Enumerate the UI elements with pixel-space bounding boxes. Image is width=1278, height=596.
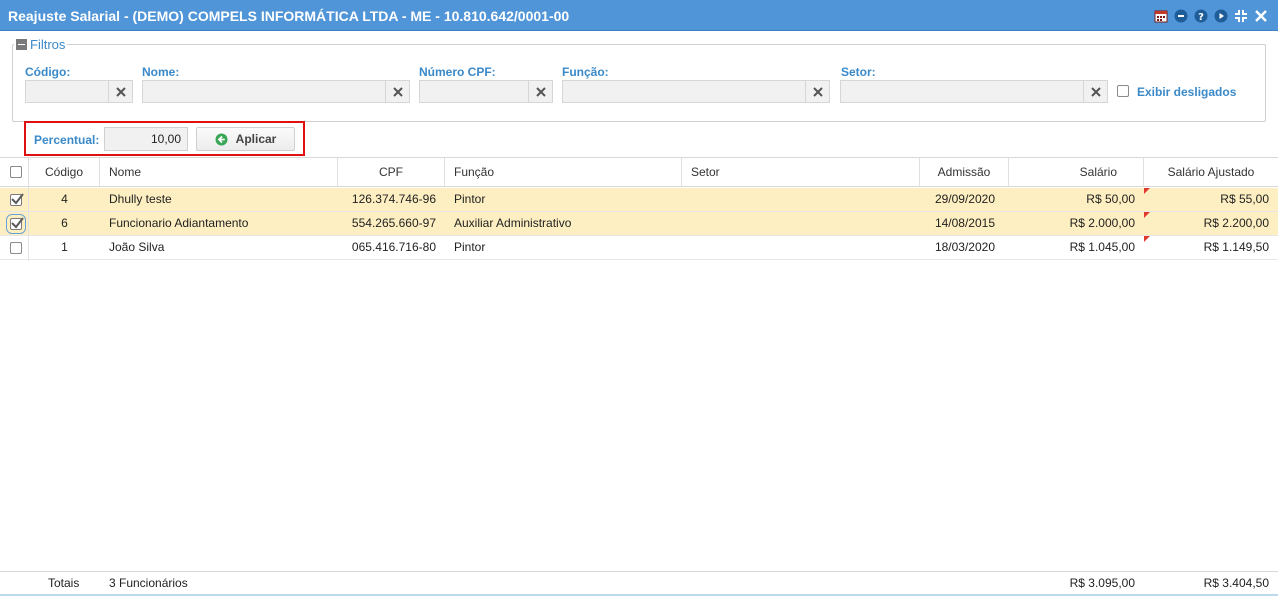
header-cpf[interactable]: CPF bbox=[338, 158, 445, 186]
header-salario-ajustado[interactable]: Salário Ajustado bbox=[1144, 158, 1278, 186]
cell-funcao: Pintor bbox=[454, 240, 486, 254]
clear-x-icon bbox=[535, 86, 546, 97]
cell-cpf: 065.416.716-80 bbox=[351, 240, 436, 254]
totals-label: Totais bbox=[48, 576, 80, 590]
cell-salario: R$ 2.000,00 bbox=[1069, 216, 1135, 230]
cell-setor bbox=[682, 188, 920, 212]
cell-nome: Dhully teste bbox=[109, 192, 172, 206]
cell-cpf: 554.265.660-97 bbox=[351, 216, 436, 230]
cell-admissao: 29/09/2020 bbox=[934, 192, 995, 206]
cell-setor bbox=[682, 212, 920, 236]
header-admissao[interactable]: Admissão bbox=[920, 158, 1009, 186]
table-row[interactable]: 4 Dhully teste 126.374.746-96 Pintor 29/… bbox=[0, 188, 1278, 212]
select-all-checkbox[interactable] bbox=[10, 166, 22, 178]
funcao-clear-button[interactable] bbox=[806, 80, 830, 103]
filters-legend-label: Filtros bbox=[30, 37, 66, 52]
clear-x-icon bbox=[392, 86, 403, 97]
cell-salario: R$ 1.045,00 bbox=[1069, 240, 1135, 254]
cell-salario-ajustado[interactable]: R$ 1.149,50 bbox=[1144, 236, 1278, 260]
header-select-all[interactable] bbox=[0, 158, 29, 186]
totals-salario: R$ 3.095,00 bbox=[1069, 576, 1135, 590]
collapse-minus-icon[interactable] bbox=[16, 39, 27, 50]
grid-header: Código Nome CPF Função Setor Admissão Sa… bbox=[0, 157, 1278, 187]
funcao-label: Função: bbox=[562, 65, 609, 79]
percentual-label: Percentual: bbox=[34, 133, 100, 147]
svg-text:?: ? bbox=[1198, 12, 1204, 23]
header-setor[interactable]: Setor bbox=[682, 158, 920, 186]
checkmark-icon bbox=[11, 193, 24, 205]
totals-salario-ajustado: R$ 3.404,50 bbox=[1203, 576, 1269, 590]
calendar-icon[interactable] bbox=[1154, 9, 1168, 23]
header-nome[interactable]: Nome bbox=[100, 158, 338, 186]
clear-x-icon bbox=[812, 86, 823, 97]
totals-bar: Totais 3 Funcionários R$ 3.095,00 R$ 3.4… bbox=[0, 571, 1278, 596]
header-salario[interactable]: Salário bbox=[1009, 158, 1144, 186]
aplicar-label: Aplicar bbox=[235, 132, 277, 146]
clear-x-icon bbox=[115, 86, 126, 97]
clear-x-icon bbox=[1090, 86, 1101, 97]
nome-clear-button[interactable] bbox=[386, 80, 410, 103]
cell-codigo: 6 bbox=[61, 216, 68, 230]
cell-funcao: Auxiliar Administrativo bbox=[454, 216, 572, 230]
title-bar: Reajuste Salarial - (DEMO) COMPELS INFOR… bbox=[0, 0, 1278, 31]
cpf-label: Número CPF: bbox=[419, 65, 496, 79]
table-row[interactable]: 6 Funcionario Adiantamento 554.265.660-9… bbox=[0, 212, 1278, 236]
header-codigo[interactable]: Código bbox=[29, 158, 100, 186]
minimize-icon[interactable] bbox=[1174, 9, 1188, 23]
setor-clear-button[interactable] bbox=[1084, 80, 1108, 103]
codigo-clear-button[interactable] bbox=[109, 80, 133, 103]
cell-cpf: 126.374.746-96 bbox=[351, 192, 436, 206]
close-icon[interactable] bbox=[1254, 9, 1268, 23]
codigo-label: Código: bbox=[25, 65, 71, 79]
checkmark-icon bbox=[11, 217, 24, 229]
codigo-input[interactable] bbox=[25, 80, 109, 103]
cell-codigo: 1 bbox=[61, 240, 68, 254]
row-checkbox[interactable] bbox=[6, 214, 26, 234]
cell-nome: Funcionario Adiantamento bbox=[109, 216, 249, 230]
cell-setor bbox=[682, 236, 920, 260]
checkbox-column-divider bbox=[28, 187, 29, 261]
window-title: Reajuste Salarial - (DEMO) COMPELS INFOR… bbox=[8, 8, 570, 24]
row-checkbox[interactable] bbox=[10, 193, 24, 206]
cell-funcao: Pintor bbox=[454, 192, 486, 206]
filters-legend[interactable]: Filtros bbox=[14, 37, 68, 52]
setor-input[interactable] bbox=[840, 80, 1084, 103]
cell-nome: João Silva bbox=[109, 240, 165, 254]
play-icon[interactable] bbox=[1214, 9, 1228, 23]
window-controls: ? bbox=[1154, 8, 1268, 24]
cpf-clear-button[interactable] bbox=[529, 80, 553, 103]
collapse-icon[interactable] bbox=[1234, 9, 1248, 23]
cell-salario: R$ 50,00 bbox=[1086, 192, 1135, 206]
totals-count: 3 Funcionários bbox=[109, 576, 188, 590]
exibir-desligados-checkbox[interactable] bbox=[1117, 85, 1129, 97]
funcao-input[interactable] bbox=[562, 80, 806, 103]
nome-input[interactable] bbox=[142, 80, 386, 103]
setor-label: Setor: bbox=[841, 65, 876, 79]
header-funcao[interactable]: Função bbox=[445, 158, 682, 186]
cell-salario-ajustado[interactable]: R$ 2.200,00 bbox=[1144, 212, 1278, 236]
aplicar-button[interactable]: Aplicar bbox=[196, 127, 295, 151]
table-row[interactable]: 1 João Silva 065.416.716-80 Pintor 18/03… bbox=[0, 236, 1278, 260]
cpf-input[interactable] bbox=[419, 80, 529, 103]
percentual-input[interactable]: 10,00 bbox=[104, 127, 188, 151]
cell-admissao: 14/08/2015 bbox=[934, 216, 995, 230]
cell-codigo: 4 bbox=[61, 192, 68, 206]
cell-salario-ajustado[interactable]: R$ 55,00 bbox=[1144, 188, 1278, 212]
row-checkbox[interactable] bbox=[10, 242, 22, 254]
apply-arrow-icon bbox=[215, 133, 228, 145]
exibir-desligados-label[interactable]: Exibir desligados bbox=[1137, 85, 1236, 99]
help-icon[interactable]: ? bbox=[1194, 9, 1208, 23]
nome-label: Nome: bbox=[142, 65, 180, 79]
cell-admissao: 18/03/2020 bbox=[934, 240, 995, 254]
